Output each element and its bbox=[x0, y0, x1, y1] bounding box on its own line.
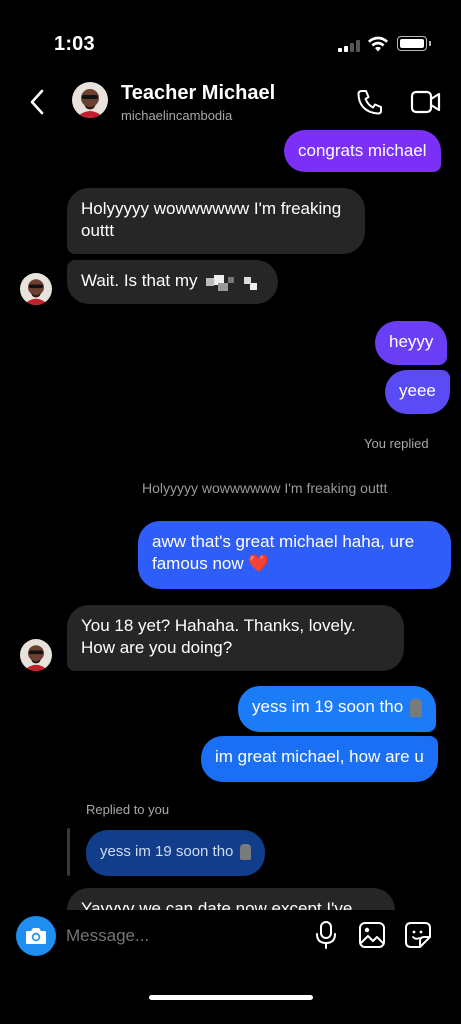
message-text: Yayyyy we can date now except I've bbox=[81, 899, 353, 910]
message-text: How are you doing? bbox=[81, 638, 233, 657]
message-bubble-outgoing[interactable]: heyyy bbox=[375, 321, 448, 365]
battery-icon bbox=[397, 36, 431, 51]
home-indicator[interactable] bbox=[149, 995, 313, 1000]
message-composer bbox=[0, 910, 461, 970]
gallery-icon[interactable] bbox=[358, 921, 386, 949]
heart-emoji: ❤️ bbox=[248, 554, 270, 573]
message-text: yeee bbox=[399, 381, 436, 400]
replied-to-you-label: Replied to you bbox=[86, 802, 170, 817]
cellular-signal-icon bbox=[338, 40, 360, 52]
contact-username[interactable]: michaelincambodia bbox=[121, 108, 232, 123]
message-bubble-incoming[interactable]: You 18 yet? Hahaha. Thanks, lovely. How … bbox=[67, 605, 404, 671]
video-camera-icon[interactable] bbox=[410, 89, 442, 115]
message-text: Wait. Is that my bbox=[81, 271, 198, 290]
wifi-icon bbox=[368, 36, 388, 52]
microphone-icon[interactable] bbox=[314, 920, 338, 950]
message-bubble-incoming[interactable]: Yayyyy we can date now except I've bbox=[67, 888, 395, 910]
avatar[interactable] bbox=[72, 82, 108, 118]
message-bubble-incoming[interactable]: Wait. Is that my bbox=[67, 260, 279, 304]
moai-emoji bbox=[409, 698, 422, 717]
message-bubble-outgoing[interactable]: im great michael, how are u bbox=[201, 736, 438, 782]
moai-emoji bbox=[239, 844, 251, 861]
you-replied-label: You replied bbox=[364, 436, 429, 451]
message-thread[interactable]: congrats michael Holyyyyy wowwwwww I'm f… bbox=[0, 130, 461, 910]
sticker-icon[interactable] bbox=[404, 921, 432, 949]
quoted-message[interactable]: Holyyyyy wowwwwww I'm freaking outtt bbox=[142, 480, 387, 496]
message-text: aww that's great michael haha, ure bbox=[152, 532, 415, 551]
message-text: yess im 19 soon tho bbox=[252, 697, 404, 716]
chat-header: Teacher Michael michaelincambodia bbox=[0, 76, 461, 130]
message-bubble-incoming[interactable]: Holyyyyy wowwwwww I'm freaking outtt bbox=[67, 188, 365, 254]
camera-icon[interactable] bbox=[16, 916, 56, 956]
contact-name[interactable]: Teacher Michael bbox=[121, 82, 275, 105]
avatar[interactable] bbox=[20, 639, 52, 671]
message-text: famous now bbox=[152, 554, 244, 573]
message-input[interactable] bbox=[66, 924, 296, 948]
reply-indicator-line bbox=[67, 828, 70, 876]
quoted-message[interactable]: yess im 19 soon tho bbox=[86, 830, 265, 876]
phone-icon[interactable] bbox=[356, 88, 384, 116]
message-text: congrats michael bbox=[298, 141, 427, 160]
avatar[interactable] bbox=[20, 273, 52, 305]
message-bubble-outgoing[interactable]: yeee bbox=[385, 370, 450, 414]
message-text: heyyy bbox=[389, 332, 434, 351]
message-bubble-outgoing[interactable]: congrats michael bbox=[284, 130, 441, 172]
censored-image bbox=[206, 274, 258, 291]
message-text: yess im 19 soon tho bbox=[100, 843, 234, 860]
message-text: Holyyyyy wowwwwww I'm freaking outtt bbox=[81, 199, 342, 240]
status-bar: 1:03 bbox=[0, 0, 461, 80]
message-text: im great michael, how are u bbox=[215, 747, 424, 766]
back-icon[interactable] bbox=[26, 88, 50, 116]
message-bubble-outgoing[interactable]: yess im 19 soon tho bbox=[238, 686, 436, 732]
message-text: You 18 yet? Hahaha. Thanks, lovely. bbox=[81, 616, 356, 635]
status-time: 1:03 bbox=[54, 33, 95, 55]
message-bubble-outgoing[interactable]: aww that's great michael haha, ure famou… bbox=[138, 521, 451, 589]
